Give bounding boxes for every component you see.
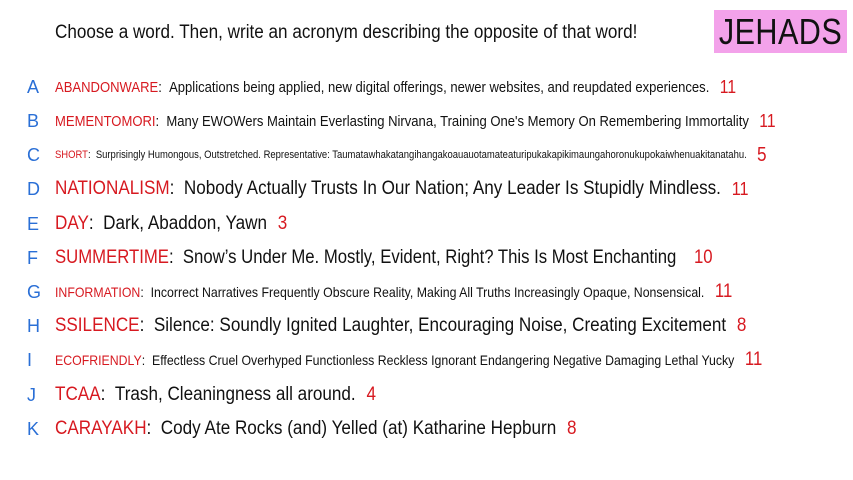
row-acronym: Applications being applied, new digital … — [169, 78, 710, 96]
row-letter: B — [27, 110, 40, 131]
row-entry: CARAYAKH: Cody Ate Rocks (and) Yelled (a… — [55, 418, 577, 439]
row-acronym: Snow’s Under Me. Mostly, Evident, Right?… — [182, 247, 677, 268]
row-word: SSILENCE — [55, 315, 140, 336]
row-count: 3 — [277, 213, 288, 234]
row-acronym: Trash, Cleaningness all around. — [114, 384, 356, 405]
badge-label: JEHADS — [718, 10, 843, 52]
row-word: TCAA — [55, 384, 101, 405]
row-entry: MEMENTOMORI: Many EWOWers Maintain Everl… — [55, 110, 776, 131]
row-word: CARAYAKH — [55, 418, 147, 439]
row-entry: ABANDONWARE: Applications being applied,… — [55, 76, 737, 97]
row-entry: SUMMERTIME: Snow’s Under Me. Mostly, Evi… — [55, 247, 713, 268]
row-letter: A — [27, 76, 40, 97]
row-letter: E — [27, 213, 40, 234]
title-badge: JEHADS — [714, 10, 847, 53]
row-count: 11 — [731, 178, 749, 199]
row-letter: G — [27, 281, 42, 302]
row-word: INFORMATION — [55, 284, 141, 300]
row-word: MEMENTOMORI — [55, 112, 156, 130]
row-count: 11 — [759, 110, 776, 131]
row-count: 11 — [744, 349, 763, 370]
row-entry: ECOFRIENDLY: Effectless Cruel Overhyped … — [55, 349, 763, 370]
row-count: 8 — [736, 315, 747, 336]
row-acronym: Effectless Cruel Overhyped Functionless … — [151, 352, 735, 368]
row-count: 5 — [757, 143, 767, 166]
row-entry: INFORMATION: Incorrect Narratives Freque… — [55, 281, 733, 302]
row-word: ECOFRIENDLY — [55, 352, 142, 368]
row-count: 8 — [567, 418, 577, 439]
row-entry: SSILENCE: Silence: Soundly Ignited Laugh… — [55, 315, 747, 336]
row-entry: NATIONALISM: Nobody Actually Trusts In O… — [55, 178, 749, 199]
row-count: 11 — [714, 281, 733, 302]
row-count: 10 — [693, 247, 713, 268]
instructions-text: Choose a word. Then, write an acronym de… — [55, 22, 638, 43]
row-letter: I — [27, 349, 33, 370]
row-word: ABANDONWARE — [55, 78, 159, 96]
row-entry: SHORT: Surprisingly Humongous, Outstretc… — [55, 143, 767, 166]
row-word: DAY — [55, 213, 89, 234]
row-letter: H — [27, 315, 40, 336]
row-acronym: Incorrect Narratives Frequently Obscure … — [150, 284, 705, 300]
row-entry: TCAA: Trash, Cleaningness all around. 4 — [55, 384, 377, 405]
row-word: NATIONALISM — [55, 178, 170, 199]
row-word: SHORT — [55, 149, 88, 161]
row-count: 4 — [366, 384, 377, 405]
row-acronym: Dark, Abaddon, Yawn — [103, 213, 267, 234]
row-letter: J — [27, 384, 36, 405]
row-acronym: Many EWOWers Maintain Everlasting Nirvan… — [166, 112, 749, 130]
row-acronym: Nobody Actually Trusts In Our Nation; An… — [183, 178, 721, 199]
row-letter: F — [27, 247, 38, 268]
row-count: 11 — [719, 76, 737, 97]
row-acronym: Cody Ate Rocks (and) Yelled (at) Kathari… — [160, 418, 557, 439]
row-letter: C — [27, 144, 40, 165]
row-word: SUMMERTIME — [55, 247, 169, 268]
row-letter: D — [27, 178, 40, 199]
row-entry: DAY: Dark, Abaddon, Yawn 3 — [55, 213, 288, 234]
row-acronym: Surprisingly Humongous, Outstretched. Re… — [95, 149, 747, 161]
row-letter: K — [27, 418, 40, 439]
row-acronym: Silence: Soundly Ignited Laughter, Encou… — [153, 315, 727, 336]
